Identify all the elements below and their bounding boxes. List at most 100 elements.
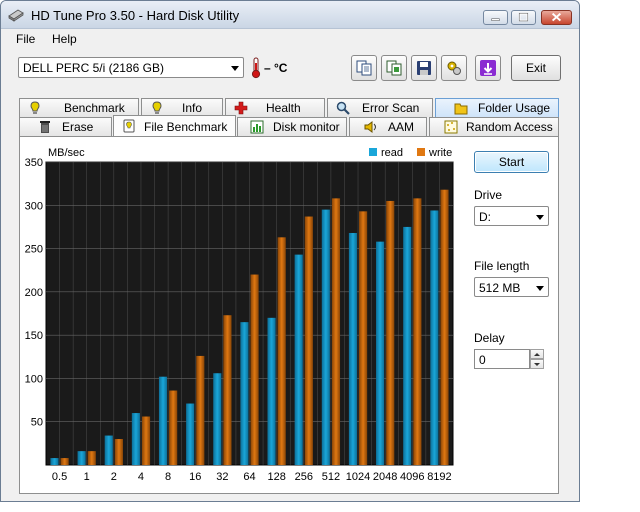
info-icon [152, 101, 162, 114]
options-icon [447, 61, 461, 75]
benchmark-icon [30, 101, 40, 114]
file-length-select[interactable]: 512 MB [474, 277, 549, 297]
read-bar [77, 451, 86, 465]
x-tick-label: 32 [216, 471, 228, 483]
delay-spin-up-button[interactable] [530, 349, 544, 359]
update-icon [480, 60, 496, 76]
read-bar [213, 373, 222, 465]
menu-help[interactable]: Help [52, 32, 77, 46]
delay-value: 0 [479, 353, 486, 367]
write-bar [196, 355, 205, 465]
copy-screenshot-button[interactable] [381, 55, 407, 81]
delay-label: Delay [474, 331, 505, 345]
erase-icon [40, 121, 50, 133]
legend-swatch-read [369, 148, 377, 156]
read-bar [158, 376, 168, 465]
write-bar [250, 274, 259, 465]
maximize-button[interactable] [511, 10, 536, 25]
chevron-down-icon [536, 286, 544, 291]
y-tick-label: 200 [25, 287, 43, 299]
spin-down-icon [534, 363, 540, 366]
close-button[interactable] [541, 10, 572, 25]
tab-benchmark-label: Benchmark [64, 101, 125, 115]
drive-select-value: DELL PERC 5/i (2186 GB) [23, 61, 164, 75]
tab-error-scan-label: Error Scan [362, 101, 420, 115]
read-bar [321, 209, 330, 465]
read-bar [294, 254, 303, 465]
write-bar [223, 315, 232, 465]
read-bar [50, 458, 59, 465]
temperature-readout: – °C [264, 61, 288, 75]
write-bar [141, 416, 151, 465]
x-tick-label: 16 [189, 471, 201, 483]
tab-folder-usage-label: Folder Usage [478, 101, 551, 115]
drive-letter-select[interactable]: D: [474, 206, 549, 226]
chevron-down-icon [536, 215, 544, 220]
file-length-value: 512 MB [479, 281, 521, 295]
read-bar [376, 241, 385, 465]
file-length-label: File length [474, 259, 530, 273]
tab-folder-usage[interactable]: Folder Usage [435, 98, 559, 117]
chevron-down-icon [231, 66, 239, 71]
random-access-icon [444, 120, 458, 134]
read-bar [240, 322, 249, 465]
options-button[interactable] [441, 55, 467, 81]
delay-spin-down-button[interactable] [530, 359, 544, 369]
write-bar [440, 189, 449, 465]
x-tick-label: 1 [84, 471, 90, 483]
file-benchmark-panel: 50 100 150 200 250 300 350 MB/sec 0.5 1 2 4 8 16 32 64 1… [19, 136, 559, 494]
tab-disk-monitor[interactable]: Disk monitor [237, 117, 347, 136]
minimize-button[interactable] [483, 10, 508, 25]
save-button[interactable] [411, 55, 437, 81]
start-button[interactable]: Start [474, 151, 549, 173]
tab-health-label: Health [266, 101, 301, 115]
exit-button[interactable]: Exit [511, 55, 561, 81]
y-tick-label: 250 [25, 244, 43, 256]
x-tick-label: 64 [243, 471, 255, 483]
delay-input[interactable]: 0 [474, 349, 530, 369]
file-benchmark-icon [123, 119, 135, 133]
update-button[interactable] [475, 55, 501, 81]
folder-usage-icon [454, 103, 468, 115]
write-bar [60, 458, 69, 465]
tab-error-scan[interactable]: Error Scan [327, 98, 433, 117]
menu-bar: File Help [1, 30, 579, 49]
x-tick-label: 1024 [346, 471, 370, 483]
x-tick-label: 8 [165, 471, 171, 483]
window-title: HD Tune Pro 3.50 - Hard Disk Utility [31, 8, 240, 23]
x-tick-label: 2048 [373, 471, 397, 483]
title-bar[interactable]: HD Tune Pro 3.50 - Hard Disk Utility [1, 1, 579, 29]
drive-label: Drive [474, 188, 503, 202]
y-tick-label: 350 [25, 157, 43, 169]
tab-file-benchmark[interactable]: File Benchmark [113, 115, 236, 136]
drive-select[interactable]: DELL PERC 5/i (2186 GB) [18, 57, 244, 78]
x-tick-label: 4096 [400, 471, 424, 483]
write-bar [413, 198, 422, 466]
aam-icon [364, 121, 376, 133]
chart-svg: 50 100 150 200 250 300 350 MB/sec 0.5 1 2 4 8 16 32 64 1… [25, 147, 454, 483]
disk-monitor-icon [250, 120, 264, 134]
copy-text-icon [356, 60, 372, 76]
x-tick-label: 128 [267, 471, 285, 483]
write-bar [277, 237, 286, 465]
legend-swatch-write [417, 148, 425, 156]
tab-health[interactable]: Health [225, 98, 325, 117]
write-bar [359, 211, 368, 465]
x-tick-label: 512 [322, 471, 340, 483]
legend-label-read: read [381, 147, 403, 159]
menu-file[interactable]: File [16, 32, 35, 46]
tab-file-benchmark-label: File Benchmark [144, 120, 228, 134]
write-bar [87, 451, 96, 465]
tab-aam[interactable]: AAM [349, 117, 427, 136]
read-bar [430, 210, 439, 465]
tab-erase[interactable]: Erase [19, 117, 112, 136]
y-tick-label: 150 [25, 330, 43, 342]
read-bar [131, 413, 140, 465]
tab-random-access[interactable]: Random Access [429, 117, 559, 136]
tab-erase-label: Erase [62, 120, 94, 134]
read-bar [104, 435, 113, 465]
copy-text-button[interactable] [351, 55, 377, 81]
write-bar [304, 216, 313, 465]
copy-screenshot-icon [386, 60, 402, 76]
drive-letter-value: D: [479, 210, 491, 224]
